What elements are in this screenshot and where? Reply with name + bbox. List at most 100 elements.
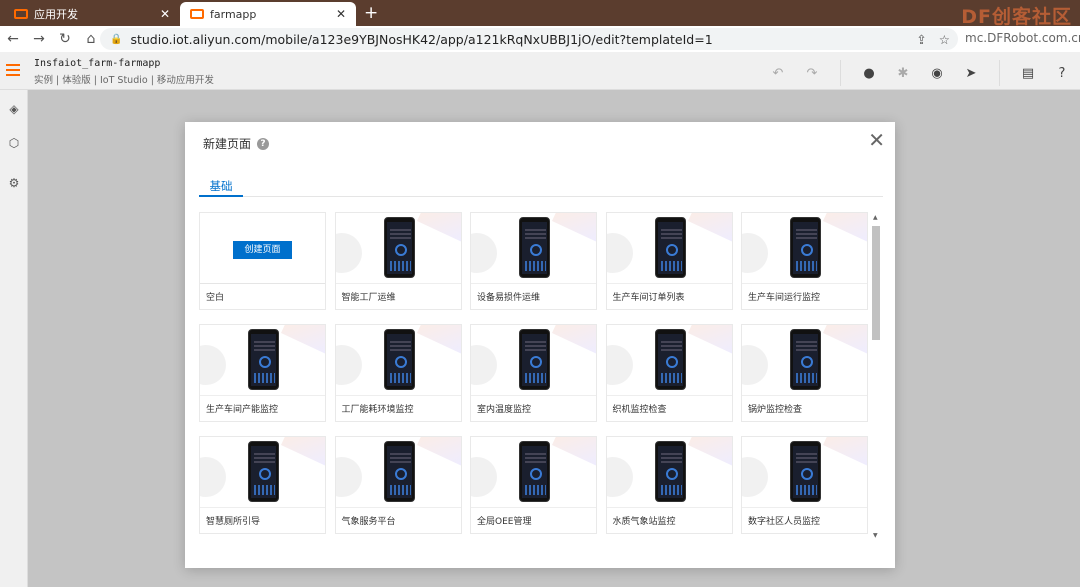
reload-icon[interactable]: ↻ [52, 31, 78, 47]
card-decoration [742, 457, 768, 497]
help-icon[interactable]: ? [1054, 63, 1070, 83]
card-decoration [552, 325, 596, 355]
template-card[interactable]: 生产车间运行监控 [741, 212, 868, 310]
template-label: 气象服务平台 [341, 517, 396, 527]
layers-icon[interactable]: ◈ [7, 102, 21, 116]
phone-preview-image [383, 217, 415, 278]
template-label: 全局OEE管理 [477, 517, 532, 527]
card-decoration [552, 437, 596, 467]
phone-preview-image [654, 217, 686, 278]
bookmark-star-icon[interactable]: ☆ [939, 32, 950, 47]
close-icon[interactable]: ✕ [868, 128, 885, 152]
card-footer: 空白 [200, 283, 325, 309]
card-decoration [471, 345, 497, 385]
phone-preview-image [654, 329, 686, 390]
forward-icon[interactable]: → [26, 31, 52, 47]
help-circle-icon[interactable]: ? [257, 137, 270, 150]
phone-preview-image [519, 329, 550, 390]
menu-icon[interactable] [6, 64, 20, 79]
card-footer: 生产车间运行监控 [742, 283, 867, 309]
phone-preview-image [383, 329, 415, 390]
app-title: Insfaiot_farm-farmapp [34, 58, 161, 69]
template-card[interactable]: 全局OEE管理 [470, 436, 597, 534]
card-footer: 生产车间产能监控 [200, 395, 325, 421]
card-decoration [335, 233, 362, 273]
card-footer: 全局OEE管理 [471, 507, 596, 533]
close-tab-icon[interactable]: ✕ [336, 7, 346, 21]
tab-title: farmapp [210, 7, 257, 21]
breadcrumb: 实例 | 体验版 | IoT Studio | 移动应用开发 [34, 75, 214, 86]
send-icon[interactable]: ➤ [963, 63, 979, 83]
card-footer: 室内温度监控 [471, 395, 596, 421]
browser-tab-app-dev[interactable]: 应用开发 ✕ [4, 2, 180, 26]
create-page-button[interactable]: 创建页面 [233, 241, 292, 259]
scrollbar[interactable]: ▲ ▼ [871, 214, 881, 539]
card-decoration [687, 325, 732, 355]
card-decoration [335, 345, 362, 385]
browser-tab-farmapp[interactable]: farmapp ✕ [180, 2, 356, 26]
scroll-down-icon[interactable]: ▼ [873, 532, 878, 539]
card-decoration [823, 437, 867, 467]
phone-preview-image [519, 441, 550, 502]
template-card-blank[interactable]: 创建页面 空白 [199, 212, 326, 310]
template-card[interactable]: 智慧厕所引导 [199, 436, 326, 534]
tab-basic[interactable]: 基础 [199, 178, 243, 197]
template-label: 智能工厂运维 [341, 293, 396, 303]
card-footer: 设备易损件运维 [471, 283, 596, 309]
template-card[interactable]: 水质气象站监控 [605, 436, 733, 534]
card-footer: 锅炉监控检查 [742, 395, 867, 421]
template-label: 生产车间产能监控 [206, 405, 279, 415]
card-decoration [200, 457, 226, 497]
card-footer: 气象服务平台 [335, 507, 461, 533]
card-decoration [416, 213, 461, 243]
template-card[interactable]: 生产车间产能监控 [199, 324, 326, 422]
template-tabs: 基础 [199, 178, 883, 197]
scroll-up-icon[interactable]: ▲ [873, 214, 878, 221]
phone-preview-image [790, 441, 821, 502]
template-label: 织机监控检查 [612, 405, 667, 415]
undo-icon[interactable]: ↶ [770, 63, 786, 83]
template-label: 水质气象站监控 [612, 517, 676, 527]
template-card[interactable]: 织机监控检查 [605, 324, 733, 422]
new-tab-button[interactable]: + [364, 3, 378, 23]
settings-icon[interactable]: ⚙ [7, 176, 21, 190]
phone-preview-image [790, 329, 821, 390]
template-card[interactable]: 室内温度监控 [470, 324, 597, 422]
card-footer: 水质气象站监控 [606, 507, 732, 533]
redo-icon[interactable]: ↷ [804, 63, 820, 83]
card-decoration [606, 345, 633, 385]
check-icon[interactable]: ● [861, 63, 877, 83]
back-icon[interactable]: ← [0, 31, 26, 47]
eye-icon[interactable]: ◉ [929, 63, 945, 83]
card-decoration [687, 213, 732, 243]
template-card[interactable]: 气象服务平台 [334, 436, 462, 534]
template-card[interactable]: 工厂能耗环境监控 [334, 324, 462, 422]
app-header: Insfaiot_farm-farmapp 实例 | 体验版 | IoT Stu… [0, 52, 1080, 90]
card-footer: 工厂能耗环境监控 [335, 395, 461, 421]
card-decoration [281, 437, 325, 467]
bug-icon[interactable]: ✱ [895, 63, 911, 83]
template-label: 生产车间订单列表 [612, 293, 685, 303]
template-card[interactable]: 数字社区人员监控 [741, 436, 868, 534]
close-tab-icon[interactable]: ✕ [160, 7, 170, 21]
lock-icon: 🔒 [110, 33, 123, 45]
component-icon[interactable]: ⬡ [7, 136, 21, 150]
phone-preview-image [383, 441, 415, 502]
dialog-title: 新建页面 ? [203, 135, 270, 152]
dialog-title-text: 新建页面 [203, 137, 252, 151]
template-card[interactable]: 设备易损件运维 [470, 212, 597, 310]
browser-tab-bar: 应用开发 ✕ farmapp ✕ + DF创客社区 [0, 0, 1080, 28]
template-card[interactable]: 智能工厂运维 [334, 212, 462, 310]
template-label: 锅炉监控检查 [748, 405, 803, 415]
card-decoration [552, 213, 596, 243]
watermark-url: mc.DFRobot.com.cn [965, 31, 1080, 45]
scroll-thumb[interactable] [872, 226, 880, 340]
template-label: 设备易损件运维 [477, 293, 541, 303]
url-input[interactable]: 🔒 studio.iot.aliyun.com/mobile/a123e9YBJ… [100, 28, 958, 50]
aliyun-favicon-icon [14, 9, 28, 19]
doc-icon[interactable]: ▤ [1020, 63, 1036, 83]
share-icon[interactable]: ⇪ [916, 32, 926, 47]
template-card[interactable]: 锅炉监控检查 [741, 324, 868, 422]
template-label: 工厂能耗环境监控 [341, 405, 414, 415]
template-card[interactable]: 生产车间订单列表 [605, 212, 733, 310]
